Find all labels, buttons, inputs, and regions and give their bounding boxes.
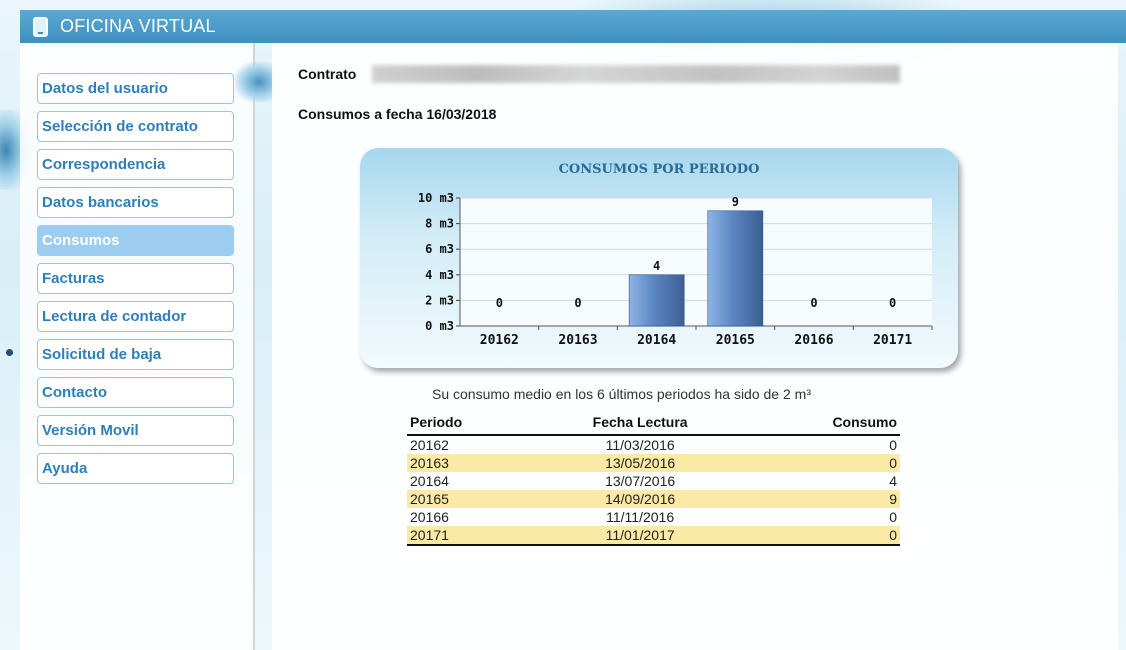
- contract-value-redacted: [372, 65, 900, 83]
- chart-bar: [628, 274, 685, 327]
- cell-periodo: 20162: [410, 437, 449, 453]
- sidebar-item-ayuda[interactable]: Ayuda: [37, 453, 234, 484]
- chart-y-tick-label: 2 m3: [425, 293, 454, 307]
- cell-periodo: 20164: [410, 473, 449, 489]
- sidebar-menu: Datos del usuario Selección de contrato …: [20, 43, 255, 650]
- cell-consumo: 9: [748, 490, 900, 508]
- chart-x-tick-label: 20171: [873, 333, 912, 348]
- consumption-bar-chart: 0 m3 2 m3 4 m3 6 m3 8 m3 10 m3 0 20162 0 20163 4 20…: [418, 191, 933, 348]
- chart-bar: [707, 210, 764, 327]
- cell-fecha-lectura: 13/07/2016: [605, 473, 676, 489]
- water-splash-decoration-center: [235, 62, 275, 102]
- chart-data-label: 9: [732, 195, 739, 209]
- sidebar-item-correspondencia[interactable]: Correspondencia: [37, 149, 234, 180]
- bubble-decoration: [6, 349, 13, 356]
- cell-periodo: 20166: [410, 509, 449, 525]
- chart-x-tick-label: 20164: [637, 333, 676, 348]
- cell-consumo: 4: [889, 473, 897, 489]
- column-header-fecha-lectura: Fecha Lectura: [531, 413, 749, 436]
- cell-periodo: 20171: [407, 526, 532, 546]
- consumption-chart-panel: CONSUMOS POR PERIODO 0 m3 2 m3 4 m3 6 m3 8 m…: [360, 148, 958, 368]
- table-row: 20163 13/05/2016 0: [407, 454, 900, 472]
- cell-periodo: 20163: [407, 454, 532, 472]
- chart-y-tick-label: 10 m3: [418, 191, 454, 205]
- main-content: Contrato Consumos a fecha 16/03/2018 CON…: [272, 43, 1118, 650]
- phone-icon: [33, 16, 48, 37]
- cell-fecha-lectura: 11/11/2016: [606, 509, 675, 525]
- column-header-consumo: Consumo: [748, 413, 900, 436]
- sidebar-item-datos-usuario[interactable]: Datos del usuario: [37, 73, 234, 104]
- cell-fecha-lectura: 11/01/2017: [531, 526, 749, 546]
- chart-y-tick-label: 8 m3: [425, 217, 454, 231]
- chart-x-tick-label: 20162: [480, 333, 519, 348]
- chart-y-tick-label: 0 m3: [425, 319, 454, 333]
- table-row: 20171 11/01/2017 0: [407, 526, 900, 546]
- chart-data-label: 0: [889, 296, 896, 310]
- cell-consumo: 0: [889, 437, 897, 453]
- chart-plot-area: [460, 198, 932, 326]
- chart-y-tick-label: 6 m3: [425, 242, 454, 256]
- cell-consumo: 0: [748, 454, 900, 472]
- chart-data-label: 4: [653, 259, 660, 273]
- sidebar-item-consumos[interactable]: Consumos: [37, 225, 234, 256]
- sidebar-item-datos-bancarios[interactable]: Datos bancarios: [37, 187, 234, 218]
- sidebar-item-facturas[interactable]: Facturas: [37, 263, 234, 294]
- table-row: 20165 14/09/2016 9: [407, 490, 900, 508]
- table-row: 20166 11/11/2016 0: [407, 508, 900, 526]
- contract-label: Contrato: [298, 66, 357, 82]
- chart-x-tick-label: 20163: [558, 333, 597, 348]
- cell-consumo: 0: [748, 526, 900, 546]
- sidebar-item-lectura-contador[interactable]: Lectura de contador: [37, 301, 234, 332]
- app-title: OFICINA VIRTUAL: [60, 16, 216, 36]
- table-row: 20162 11/03/2016 0: [407, 435, 900, 454]
- average-consumption-text: Su consumo medio en los 6 últimos period…: [432, 386, 811, 402]
- column-header-periodo: Periodo: [407, 413, 532, 436]
- chart-y-tick-label: 4 m3: [425, 268, 454, 282]
- cell-periodo: 20165: [407, 490, 532, 508]
- chart-data-label: 0: [496, 296, 503, 310]
- app-header: OFICINA VIRTUAL: [20, 10, 1126, 43]
- chart-data-label: 0: [810, 296, 817, 310]
- consumption-table: Periodo Fecha Lectura Consumo 20162 11/0…: [407, 413, 900, 546]
- sidebar-item-seleccion-contrato[interactable]: Selección de contrato: [37, 111, 234, 142]
- consumption-date-heading: Consumos a fecha 16/03/2018: [298, 106, 497, 122]
- cell-fecha-lectura: 13/05/2016: [531, 454, 749, 472]
- cell-fecha-lectura: 11/03/2016: [605, 437, 675, 453]
- sidebar-item-contacto[interactable]: Contacto: [37, 377, 234, 408]
- chart-data-label: 0: [574, 296, 581, 310]
- chart-x-tick-label: 20165: [716, 333, 755, 348]
- cell-fecha-lectura: 14/09/2016: [531, 490, 749, 508]
- table-row: 20164 13/07/2016 4: [407, 472, 900, 490]
- cell-consumo: 0: [889, 509, 897, 525]
- sidebar-item-version-movil[interactable]: Versión Movil: [37, 415, 234, 446]
- sidebar-item-solicitud-baja[interactable]: Solicitud de baja: [37, 339, 234, 370]
- table-header-row: Periodo Fecha Lectura Consumo: [407, 413, 900, 436]
- chart-x-tick-label: 20166: [794, 333, 833, 348]
